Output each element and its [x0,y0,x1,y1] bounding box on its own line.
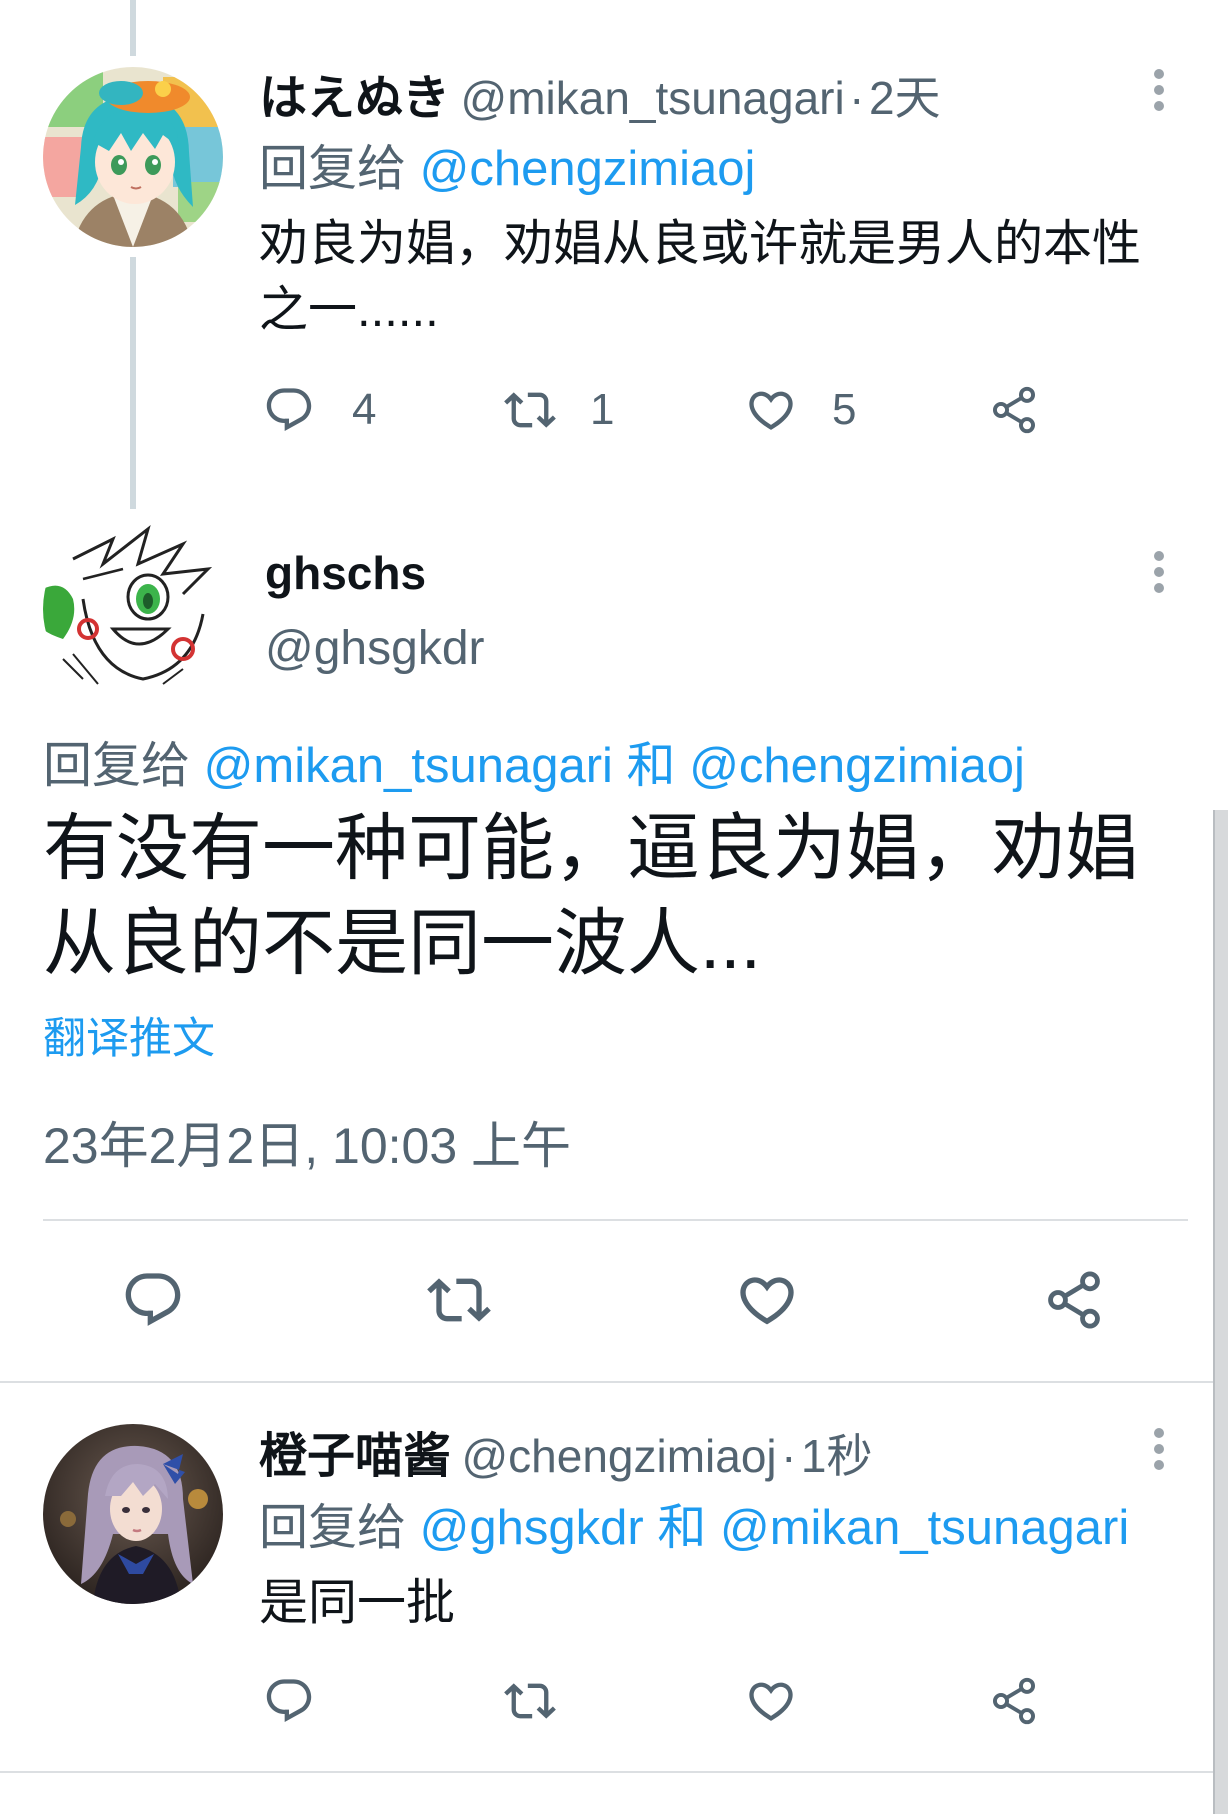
retweet-count: 1 [590,385,615,434]
reply-to-label: 回复给 [259,1501,407,1555]
display-name[interactable]: 橙子喵酱 [259,1430,451,1483]
mention-link[interactable]: @chengzimiaoj [689,739,1025,793]
conjunction: 和 [626,739,676,793]
separator-dot: · [781,1430,797,1482]
tweet-header: はえぬき @mikan_tsunagari · 2天 [259,68,941,140]
divider [0,1771,1213,1773]
tweet-text-line: 从良的不是同一波人... [43,903,761,984]
reply-context: 回复给 @chengzimiaoj [259,139,755,199]
avatar[interactable] [43,1424,223,1604]
avatar[interactable] [43,519,223,699]
tweet-text-line: 劝良为娼，劝娼从良或许就是男人的本性 [259,217,1142,271]
translate-tweet-link[interactable]: 翻译推文 [43,1012,215,1066]
relative-time[interactable]: 1秒 [801,1430,873,1482]
heart-icon[interactable] [745,384,797,436]
thread-connector-top [130,0,136,56]
tweet-text-line: 之一...... [259,283,439,337]
tweet-text-line: 是同一批 [259,1576,456,1630]
display-name[interactable]: ghschs [265,543,426,603]
retweet-icon[interactable] [504,1675,556,1727]
user-handle[interactable]: @chengzimiaoj [461,1430,776,1482]
heart-icon[interactable] [745,1675,797,1727]
retweet-icon[interactable] [427,1268,491,1332]
avatar-image [43,67,223,247]
more-options-button[interactable] [1149,69,1169,111]
share-icon[interactable] [1042,1268,1106,1332]
heart-icon[interactable] [735,1268,799,1332]
reply-icon[interactable] [121,1268,185,1332]
mention-link[interactable]: @mikan_tsunagari [720,1501,1129,1555]
scrollbar[interactable] [1213,810,1228,1814]
user-handle[interactable]: @ghsgkdr [265,619,485,679]
separator-dot: · [849,72,865,124]
avatar-image [43,519,223,699]
thread-connector [130,257,136,509]
avatar-image [43,1424,223,1604]
reply-to-label: 回复给 [43,739,191,793]
conjunction: 和 [657,1501,707,1555]
more-options-button[interactable] [1149,551,1169,593]
reply-icon[interactable] [263,384,315,436]
tweet-header: 橙子喵酱 @chengzimiaoj · 1秒 [259,1426,872,1498]
reply-icon[interactable] [263,1675,315,1727]
mention-link[interactable]: @ghsgkdr [420,1501,644,1555]
more-options-button[interactable] [1149,1428,1169,1470]
divider [43,1219,1188,1221]
reply-to-label: 回复给 [259,142,407,196]
avatar[interactable] [43,67,223,247]
share-icon[interactable] [988,384,1040,436]
share-icon[interactable] [988,1675,1040,1727]
display-name[interactable]: はえぬき [259,72,450,125]
mention-link[interactable]: @chengzimiaoj [420,142,756,196]
divider [0,1381,1213,1383]
retweet-icon[interactable] [504,384,556,436]
reply-context: 回复给 @ghsgkdr 和 @mikan_tsunagari [259,1496,1129,1560]
relative-time[interactable]: 2天 [869,72,941,124]
reply-count: 4 [352,385,377,434]
user-handle[interactable]: @mikan_tsunagari [461,72,845,124]
mention-link[interactable]: @mikan_tsunagari [204,739,613,793]
like-count: 5 [832,385,857,434]
reply-context: 回复给 @mikan_tsunagari 和 @chengzimiaoj [43,734,1025,798]
tweet-timestamp[interactable]: 23年2月2日, 10:03 上午 [43,1114,571,1178]
tweet-text-line: 有没有一种可能，逼良为娼，劝娼 [43,808,1138,889]
